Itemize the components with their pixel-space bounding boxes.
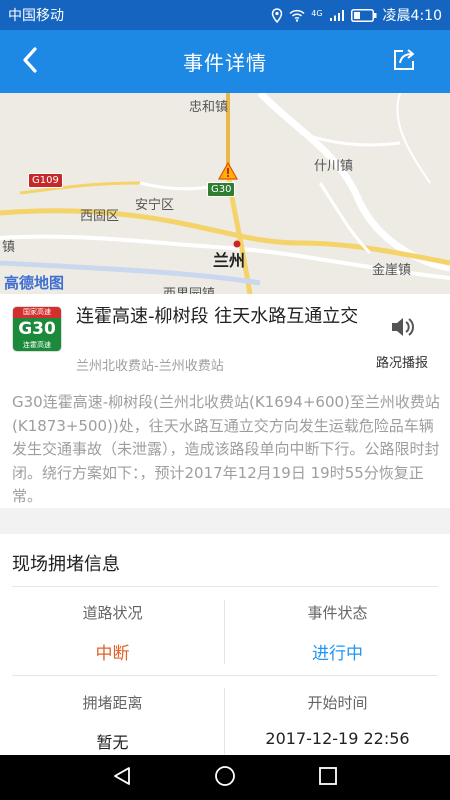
map-label-zhonghe: 忠和镇 [189,100,229,115]
start-time-label: 开始时间 [307,694,368,712]
map-label-jie: 镇 [2,240,16,255]
carrier-name: 中国移动 [8,8,64,24]
back-button[interactable] [10,42,50,82]
status-icons: 4G 凌晨4:10 [271,5,442,25]
event-warning-icon[interactable] [218,162,238,180]
map-view[interactable]: 忠和镇 什川镇 西固区 安宁区 兰州 镇 金崖镇 西果园镇 G109 G30 高… [0,93,450,294]
network-type: 4G [311,9,323,18]
system-nav-bar [0,755,450,800]
amap-logo: 高德地图 [4,274,65,292]
distance-label: 拥堵距离 [82,694,143,712]
map-shield-g30: G30 [207,182,236,197]
event-status-cell: 事件状态 进行中 [225,602,450,664]
nav-home-icon[interactable] [214,765,236,791]
share-icon [391,47,417,77]
badge-code: G30 [18,319,56,339]
clock: 凌晨4:10 [382,8,442,24]
road-title: 连霍高速-柳树段 往天水路互通立交 [76,306,359,327]
map-label-anning: 安宁区 [135,198,175,213]
section-gap [0,508,450,534]
location-icon [271,7,283,23]
distance-value: 暂无 [96,733,129,752]
section-title: 现场拥堵信息 [12,554,120,575]
nav-recents-icon[interactable] [317,765,339,791]
page-title: 事件详情 [183,51,267,75]
location-pin-icon [232,239,242,249]
road-status-label: 道路状况 [82,604,143,622]
status-bar: 中国移动 4G 凌晨4:10 [0,0,450,30]
start-time-value: 2017-12-19 22:56 [265,729,410,748]
event-status-value: 进行中 [312,644,363,664]
divider [12,675,438,676]
road-subtitle: 兰州北收费站-兰州收费站 [76,359,224,374]
event-status-label: 事件状态 [307,604,368,622]
back-arrow-icon [22,47,38,77]
app-bar: 事件详情 [0,30,450,93]
road-info-card: 国家高速 G30 连霍高速 连霍高速-柳树段 往天水路互通立交 兰州北收费站-兰… [0,294,450,384]
badge-type: 国家高速 [13,307,61,318]
divider [12,586,438,587]
broadcast-button[interactable]: 路况播报 [370,316,434,371]
share-button[interactable] [386,44,422,80]
wifi-icon [289,9,305,22]
highway-badge: 国家高速 G30 连霍高速 [12,306,62,352]
distance-cell: 拥堵距离 暂无 [0,692,225,753]
map-label-jinya: 金崖镇 [372,263,412,278]
map-label-bottom: 西果园镇 [163,283,215,294]
map-label-shichuan: 什川镇 [314,159,354,174]
battery-icon [350,8,377,22]
map-label-xigu: 西固区 [80,209,120,224]
road-status-cell: 道路状况 中断 [0,602,225,664]
start-time-cell: 开始时间 2017-12-19 22:56 [225,692,450,748]
road-status-value: 中断 [95,644,130,664]
map-label-lanzhou: 兰州 [213,251,246,270]
broadcast-label: 路况播报 [375,356,428,371]
signal-icon [329,9,345,22]
nav-back-icon[interactable] [111,765,133,791]
speaker-icon [389,318,415,342]
badge-name: 连霍高速 [23,341,51,349]
map-shield-g109: G109 [28,173,63,188]
event-description: G30连霍高速-柳树段(兰州北收费站(K1694+600)至兰州收费站(K187… [12,393,440,505]
